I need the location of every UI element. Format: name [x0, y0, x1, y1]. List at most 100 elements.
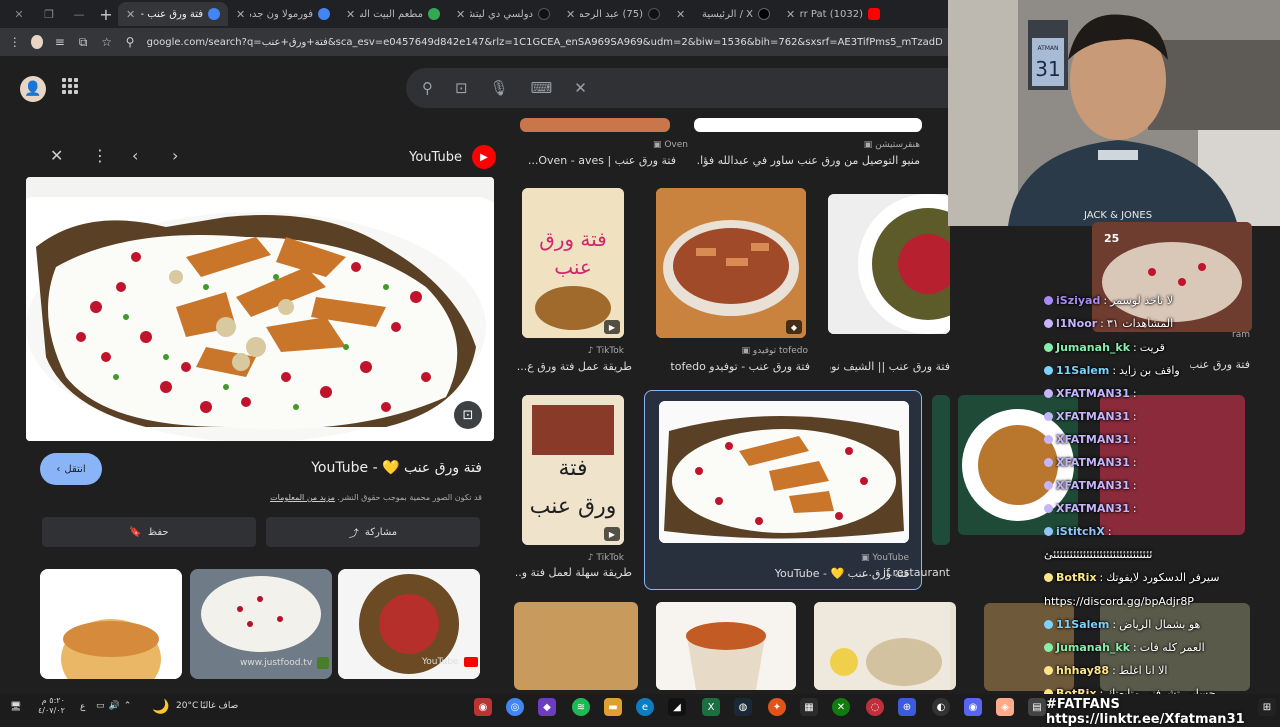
search-icon[interactable]: ⚲ — [422, 79, 433, 97]
clock[interactable]: ٥:٢٠ م ٤/٠٧/٠٢ — [38, 696, 65, 716]
result-thumb[interactable] — [828, 194, 950, 334]
tab-1[interactable]: ✕ فورمولا ون جدة تذا — [228, 2, 338, 26]
app-icon[interactable]: ◆ — [538, 698, 556, 716]
chat-message: XFATMAN31: — [1044, 387, 1280, 400]
chat-badge-icon — [1044, 504, 1053, 513]
result-thumb[interactable] — [814, 602, 956, 690]
tune-icon[interactable]: ≡ — [53, 35, 66, 49]
site-info-icon[interactable]: ⚲ — [123, 35, 136, 49]
app-icon[interactable]: ▤ — [1028, 698, 1046, 716]
google-apps-icon[interactable] — [62, 78, 78, 94]
result-thumb[interactable] — [514, 602, 638, 690]
restore-window-icon[interactable]: ❐ — [34, 8, 64, 21]
app-icon[interactable]: ◉ — [474, 698, 492, 716]
result-thumb[interactable] — [656, 602, 796, 690]
next-arrow-icon[interactable]: › — [172, 146, 178, 165]
close-tab-icon[interactable]: ✕ — [676, 8, 685, 21]
result-caption[interactable]: jf.restaurant - ... — [860, 566, 950, 579]
close-tab-icon[interactable]: ✕ — [456, 8, 465, 21]
more-info-link[interactable]: مزيد من المعلومات — [270, 493, 335, 502]
search-box[interactable]: ⚲ ⊡ 🎙 ⌨ ✕ — [406, 68, 950, 108]
save-button[interactable]: 🔖 حفظ — [42, 517, 256, 547]
extensions-icon[interactable]: ⧉ — [76, 35, 89, 50]
steam-icon[interactable]: ◍ — [734, 698, 752, 716]
chat-username: iSziyad — [1056, 294, 1101, 307]
minimize-window-icon[interactable]: — — [64, 8, 94, 21]
tab-4[interactable]: ✕ (75) عبد الرحمن | — [558, 2, 668, 26]
weather-desc[interactable]: صاف غالبًا — [200, 701, 238, 711]
result-thumb[interactable] — [694, 118, 922, 132]
related-image[interactable] — [40, 569, 182, 679]
account-avatar[interactable]: 👤 — [20, 76, 46, 102]
close-tab-icon[interactable]: ✕ — [786, 8, 795, 21]
close-tab-icon[interactable]: ✕ — [566, 8, 575, 21]
chrome-icon[interactable]: ◎ — [506, 698, 524, 716]
edge-icon[interactable]: e — [636, 698, 654, 716]
obs-icon[interactable]: ◐ — [932, 698, 950, 716]
app-icon[interactable]: ◢ — [668, 698, 686, 716]
close-tab-icon[interactable]: ✕ — [346, 8, 355, 21]
lang-indicator[interactable]: ع — [80, 702, 85, 712]
app-icon[interactable]: ⊕ — [898, 698, 916, 716]
svg-text:عنب: عنب — [554, 255, 592, 279]
result-thumb[interactable] — [932, 395, 950, 545]
profile-icon[interactable] — [31, 35, 44, 49]
google-favicon — [208, 8, 220, 20]
result-caption[interactable]: طريقة سهلة لعمل فتة و... — [516, 566, 632, 579]
weather-temp[interactable]: 20°C — [176, 701, 198, 711]
bookmark-star-icon[interactable]: ☆ — [100, 35, 113, 49]
app-icon[interactable]: ✦ — [768, 698, 786, 716]
app-icon[interactable]: ◌ — [866, 698, 884, 716]
tab-0[interactable]: ✕ فتة ورق عنب - بحث — [118, 2, 228, 26]
result-caption[interactable]: فتة ورق عنب - توفيدو tofedo — [660, 360, 810, 373]
result-caption[interactable]: منيو التوصيل من ورق عنب ساور في عبدالله … — [696, 154, 920, 167]
result-source: Oven ▣ — [652, 140, 688, 150]
result-thumb[interactable]: فتة ورق عنب ▶ — [522, 188, 624, 338]
result-caption[interactable]: فتة ورق عنب | Oven - aves... — [516, 154, 676, 167]
close-icon[interactable]: ✕ — [50, 146, 63, 165]
prev-arrow-icon[interactable]: ‹ — [132, 146, 138, 165]
preview-title[interactable]: فتة ورق عنب 💛 - YouTube — [311, 460, 482, 476]
chat-badge-icon — [1044, 481, 1053, 490]
preview-image[interactable]: ⊡ — [26, 177, 494, 441]
file-explorer-icon[interactable]: ▬ — [604, 698, 622, 716]
lens-search-icon[interactable]: ⊡ — [455, 79, 468, 97]
notification-icon[interactable]: 🖥 — [10, 702, 21, 712]
chat-text: هو بشمال الرياض — [1119, 618, 1201, 631]
result-thumb[interactable]: ◆ — [656, 188, 806, 338]
chat-message: l1Noor: المشاهدات ٣١ — [1044, 317, 1280, 330]
keyboard-icon[interactable]: ⌨ — [531, 79, 553, 97]
result-caption[interactable]: طريقة عمل فتة ورق ع... — [516, 360, 632, 373]
url-field[interactable]: google.com/search?q=فتة+ورق+عنب&sca_esv=… — [147, 37, 942, 48]
result-thumb[interactable]: فتة ورق عنب ▶ — [522, 395, 624, 545]
tab-3[interactable]: ✕ دولسي دي ليتشي — [448, 2, 558, 26]
menu-dots-icon[interactable]: ⋮ — [8, 35, 21, 49]
app-icon[interactable]: ◈ — [996, 698, 1014, 716]
new-tab-button[interactable]: + — [94, 5, 118, 24]
app-icon[interactable]: ▦ — [800, 698, 818, 716]
chat-text: https://discord.gg/bpAdjr8P — [1044, 595, 1194, 608]
close-tab-icon[interactable]: ✕ — [236, 8, 245, 21]
tab-2[interactable]: ✕ مطعم البيت السور — [338, 2, 448, 26]
more-options-icon[interactable]: ⋮ — [92, 146, 108, 165]
visual-search-icon[interactable]: ⊡ — [454, 401, 482, 429]
chat-message: ئئئئئئئئئئئئئئئئئئئئئئئئئئئئئئئ — [1044, 548, 1280, 561]
result-thumb[interactable] — [520, 118, 670, 132]
clear-search-icon[interactable]: ✕ — [574, 79, 587, 97]
xbox-icon[interactable]: ✕ — [832, 698, 850, 716]
share-button[interactable]: ⤴ مشاركة — [266, 517, 480, 547]
visit-button[interactable]: ‹ انتقل — [40, 453, 102, 485]
result-caption[interactable]: فتة ورق عنب || الشيف نوره راشد - uTube..… — [830, 360, 950, 373]
selected-result[interactable]: YouTube ▣ فتة ورق عنب 💛 - YouTube — [644, 390, 922, 590]
chat-badge-icon — [1044, 620, 1053, 629]
tab-6[interactable]: ✕ (1032) Brr Brr Pat — [778, 2, 888, 26]
close-window-icon[interactable]: ✕ — [4, 8, 34, 21]
tab-5[interactable]: ✕ X / الرئيسية — [668, 2, 778, 26]
excel-icon[interactable]: X — [702, 698, 720, 716]
voice-search-icon[interactable]: 🎙 — [490, 79, 509, 97]
spotify-icon[interactable]: ≋ — [572, 698, 590, 716]
preview-source[interactable]: YouTube ▶ — [409, 145, 496, 169]
close-tab-icon[interactable]: ✕ — [126, 8, 135, 21]
tray-icons[interactable]: ▭🔊⌃ — [96, 701, 135, 711]
discord-icon[interactable]: ◉ — [964, 698, 982, 716]
